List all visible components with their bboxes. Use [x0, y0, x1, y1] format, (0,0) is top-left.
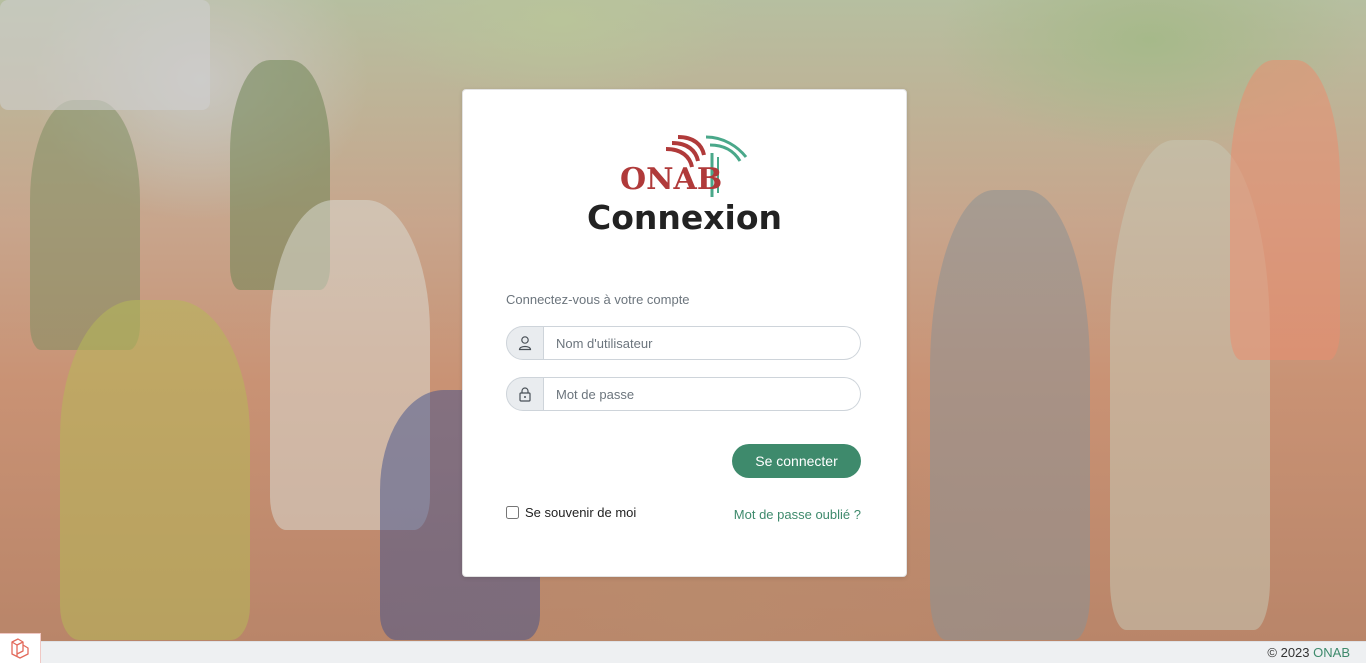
lock-icon [506, 377, 544, 411]
footer-copyright: © 2023 ONAB [1267, 645, 1350, 660]
login-card: ONAB Connexion Connectez-vous à votre co… [462, 89, 907, 577]
onab-logo: ONAB [620, 135, 748, 197]
login-button[interactable]: Se connecter [732, 444, 861, 478]
svg-text:ONAB: ONAB [620, 162, 722, 197]
laravel-logo-icon [0, 633, 41, 663]
remember-me[interactable]: Se souvenir de moi [506, 505, 636, 520]
footer-brand-link[interactable]: ONAB [1313, 645, 1350, 660]
forgot-password-link[interactable]: Mot de passe oublié ? [734, 507, 861, 522]
login-page: ONAB Connexion Connectez-vous à votre co… [0, 0, 1366, 663]
login-subtitle: Connectez-vous à votre compte [506, 292, 690, 307]
password-group [506, 377, 861, 411]
password-input[interactable] [544, 377, 861, 411]
user-icon [506, 326, 544, 360]
username-input[interactable] [544, 326, 861, 360]
footer-bar [0, 641, 1366, 663]
copyright-text: © 2023 [1267, 645, 1310, 660]
remember-label: Se souvenir de moi [525, 505, 637, 520]
remember-checkbox[interactable] [506, 506, 519, 519]
page-title: Connexion [586, 198, 783, 237]
username-group [506, 326, 861, 360]
